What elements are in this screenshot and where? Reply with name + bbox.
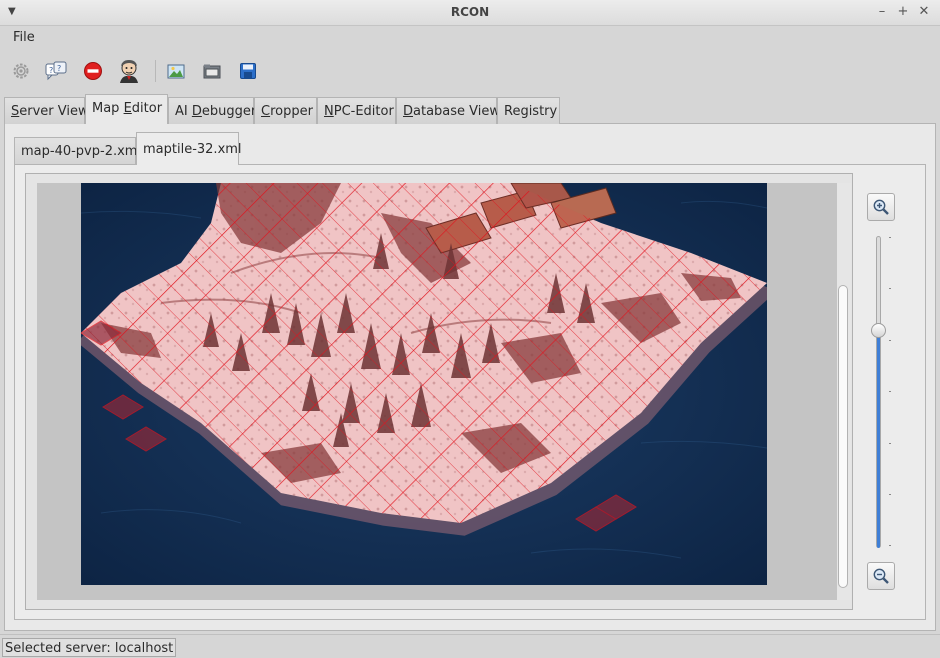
toolbar-separator [155, 60, 156, 82]
zoom-out-button[interactable] [867, 562, 895, 590]
tab-map-editor[interactable]: Map Editor [85, 94, 168, 124]
window-title: RCON [450, 5, 490, 19]
zoom-out-icon [873, 568, 889, 584]
tab-label: Server View [11, 104, 89, 119]
map-canvas[interactable] [81, 183, 767, 585]
stop-icon[interactable] [81, 59, 105, 83]
tab-maptile-file[interactable]: maptile-32.xml [136, 132, 242, 165]
zoom-tick [889, 545, 891, 546]
svg-text:?: ? [49, 66, 53, 75]
tab-label: NPC-Editor [324, 104, 394, 119]
menubar: File [0, 26, 940, 50]
status-text: Selected server: localhost [2, 638, 177, 657]
zoom-in-icon [873, 199, 889, 215]
tab-label: maptile-32.xml [143, 142, 242, 157]
gear-icon[interactable] [9, 59, 33, 83]
image-icon[interactable] [164, 59, 188, 83]
zoom-slider-fill [877, 329, 880, 548]
zoom-slider-handle[interactable] [871, 322, 886, 338]
tab-label: Map Editor [92, 101, 163, 116]
tab-label: map-40-pvp-2.xml [21, 144, 142, 159]
folder-icon[interactable] [200, 59, 224, 83]
zoom-in-button[interactable] [867, 193, 895, 221]
scrollbar-thumb[interactable] [838, 285, 848, 588]
menu-file[interactable]: File [13, 30, 35, 45]
save-icon[interactable] [236, 59, 260, 83]
zoom-tick [889, 237, 891, 238]
tab-label: Database View [403, 104, 501, 119]
close-icon[interactable]: ✕ [916, 4, 932, 20]
window-titlebar: ▼ RCON – + ✕ [0, 0, 940, 26]
status-bar: Selected server: localhost [0, 634, 940, 658]
minimize-icon[interactable]: – [874, 4, 890, 20]
svg-text:?: ? [57, 64, 61, 73]
zoom-tick [889, 288, 891, 289]
map-vertical-scrollbar[interactable] [837, 183, 851, 600]
tab-npc-editor[interactable]: NPC-Editor [317, 97, 396, 124]
help-icon[interactable]: ?? [44, 59, 68, 83]
tab-server-view[interactable]: Server View [4, 97, 89, 124]
tab-label: AI Debugger [175, 104, 257, 119]
maximize-icon[interactable]: + [895, 4, 911, 20]
user-avatar-icon[interactable] [115, 57, 143, 85]
tab-registry[interactable]: Registry [497, 97, 560, 124]
zoom-tick [889, 340, 891, 341]
zoom-tick [889, 494, 891, 495]
tab-label: Registry [504, 104, 558, 119]
tab-cropper[interactable]: Cropper [254, 97, 317, 124]
tab-database-view[interactable]: Database View [396, 97, 501, 124]
toolbar: ?? [0, 52, 940, 90]
tab-label: Cropper [261, 104, 313, 119]
zoom-tick [889, 443, 891, 444]
zoom-tick [889, 391, 891, 392]
tab-ai-debugger[interactable]: AI Debugger [168, 97, 257, 124]
tab-map-file[interactable]: map-40-pvp-2.xml [14, 137, 141, 164]
